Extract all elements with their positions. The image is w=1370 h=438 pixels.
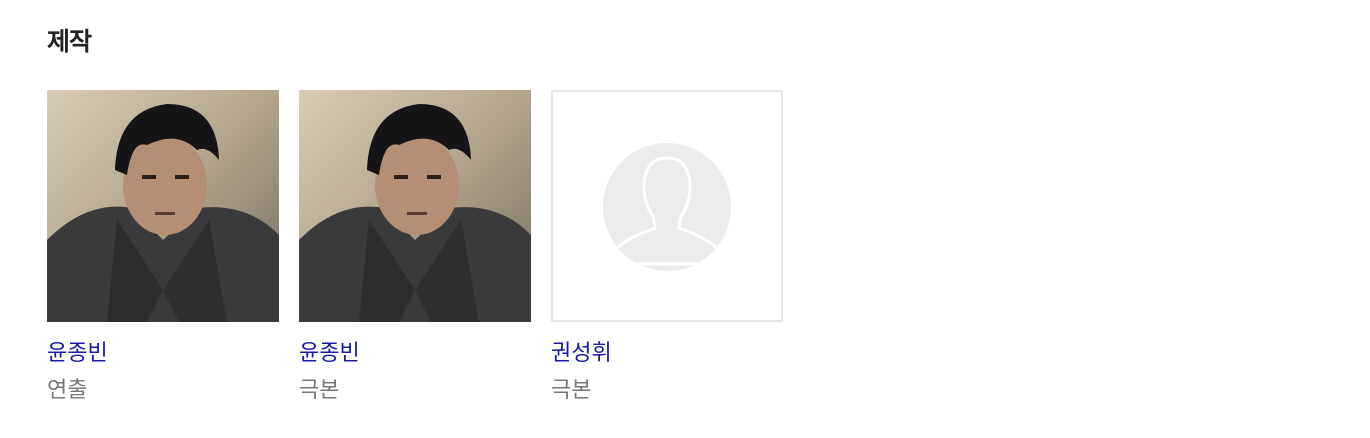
person-photo[interactable] (299, 90, 531, 322)
person-role: 극본 (551, 378, 592, 403)
person-photo[interactable] (551, 90, 783, 322)
person-card[interactable]: 윤종빈 연출 (47, 90, 279, 406)
person-role: 극본 (299, 378, 340, 403)
default-avatar-icon (603, 143, 731, 271)
person-name-link[interactable]: 권성휘 (551, 338, 783, 370)
section-title: 제작 (47, 27, 92, 56)
person-name-link[interactable]: 윤종빈 (47, 338, 279, 370)
portrait-photo (299, 90, 531, 322)
person-name-link[interactable]: 윤종빈 (299, 338, 531, 370)
production-section: 제작 윤종빈 연출 윤종빈 극본 권성휘 극본 (47, 24, 1347, 403)
person-role: 연출 (47, 378, 88, 403)
person-card[interactable]: 윤종빈 극본 (299, 90, 531, 406)
portrait-photo (47, 90, 279, 322)
person-photo[interactable] (47, 90, 279, 322)
person-card[interactable]: 권성휘 극본 (551, 90, 783, 406)
people-list: 윤종빈 연출 윤종빈 극본 권성휘 극본 (47, 90, 783, 406)
